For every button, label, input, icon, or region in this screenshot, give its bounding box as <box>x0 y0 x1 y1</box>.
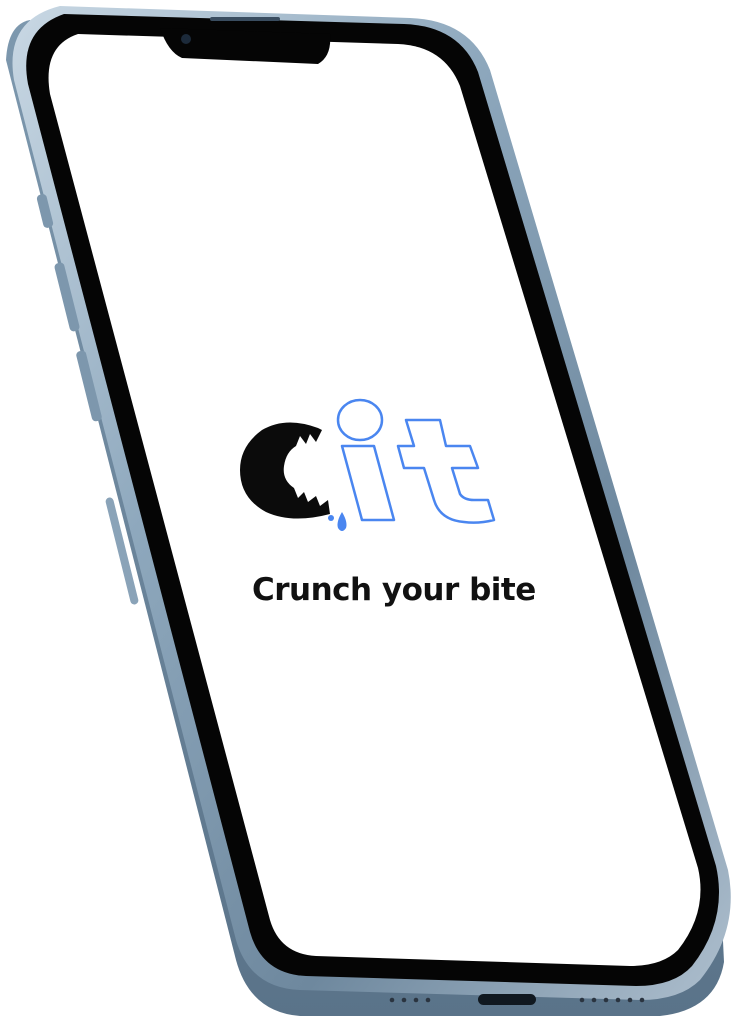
charging-port <box>478 994 536 1005</box>
front-camera-icon <box>181 34 191 44</box>
drip-dot-icon <box>328 515 334 521</box>
phone: Crunch your bite <box>6 6 731 1016</box>
earpiece-speaker <box>210 17 280 21</box>
tagline: Crunch your bite <box>252 572 536 608</box>
device-mockup: Crunch your bite <box>0 0 737 1020</box>
